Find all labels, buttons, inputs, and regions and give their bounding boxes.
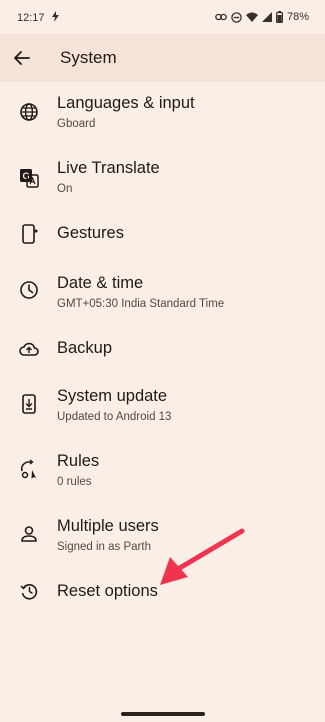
back-button[interactable] [10,46,34,70]
settings-item-live-translate[interactable]: G Live Translate On [0,147,325,209]
do-not-disturb-icon [231,11,242,23]
battery-percent: 78% [286,11,309,23]
person-icon [18,523,40,545]
signal-icon [261,12,272,22]
svg-text:G: G [22,171,29,181]
globe-icon [18,101,40,123]
settings-item-date-time[interactable]: Date & time GMT+05:30 India Standard Tim… [0,262,325,324]
rules-icon [18,458,40,480]
item-title: Languages & input [57,94,195,112]
history-icon [18,580,40,602]
annotation-arrow-icon [160,528,245,585]
link-icon [215,12,227,22]
settings-item-system-update[interactable]: System update Updated to Android 13 [0,375,325,437]
item-title: Backup [57,339,113,357]
item-title: Rules [57,452,100,470]
item-title: System update [57,387,168,405]
arrow-back-icon [14,51,30,65]
wifi-icon [245,12,258,22]
item-subtitle: GMT+05:30 India Standard Time [57,298,225,310]
cloud-upload-icon [18,338,40,360]
item-title: Gestures [57,224,124,242]
phone-gesture-icon [18,223,40,245]
status-time: 12:17 [17,12,45,24]
status-bar: 12:17 78% [0,0,325,34]
item-subtitle: On [57,183,73,195]
item-subtitle: Updated to Android 13 [57,411,172,423]
home-indicator[interactable] [121,712,205,716]
settings-item-rules[interactable]: Rules 0 rules [0,440,325,502]
system-update-icon [18,393,40,415]
item-subtitle: Gboard [57,118,96,130]
item-title: Date & time [57,274,144,292]
battery-icon [275,11,283,23]
top-app-bar: System [0,34,325,82]
translate-icon: G [18,167,40,189]
settings-item-languages[interactable]: Languages & input Gboard [0,82,325,144]
item-subtitle: Signed in as Parth [57,541,151,553]
page-title: System [60,48,117,67]
item-title: Live Translate [57,159,160,177]
app-notification-icon [51,11,60,25]
clock-icon [18,279,40,301]
item-subtitle: 0 rules [57,476,92,488]
